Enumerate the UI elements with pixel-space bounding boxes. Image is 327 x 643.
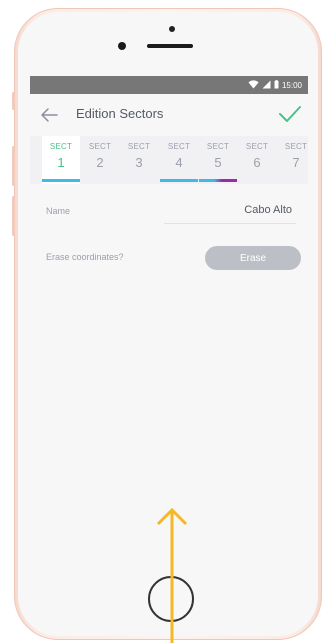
tab-number: 5 xyxy=(214,155,222,170)
volume-up-button xyxy=(12,146,15,186)
tab-prefix: SECT xyxy=(127,142,151,151)
swipe-up-arrow-icon xyxy=(156,507,188,643)
app-bar: Edition Sectors xyxy=(30,94,308,136)
tab-prefix: SECT xyxy=(245,142,269,151)
tab-prefix: SECT xyxy=(284,142,308,151)
tab-sector-5[interactable]: SECT 5 xyxy=(199,136,237,184)
tab-number: 3 xyxy=(135,155,143,170)
tab-number: 7 xyxy=(292,155,300,170)
tab-prefix: SECT xyxy=(49,142,73,151)
status-bar: 15:00 xyxy=(30,76,308,94)
tab-sector-4[interactable]: SECT 4 xyxy=(160,136,198,184)
sector-tabs: SECT 1 SECT 2 SECT 3 SECT 4 SECT 5 SECT 6 SECT 7 xyxy=(30,136,308,184)
front-camera xyxy=(118,42,126,50)
status-time: 15:00 xyxy=(281,80,302,90)
erase-button[interactable]: Erase xyxy=(205,246,301,270)
tab-indicator xyxy=(199,179,237,182)
tab-sector-7[interactable]: SECT 7 xyxy=(277,136,308,184)
tab-indicator xyxy=(160,179,198,182)
tab-number: 1 xyxy=(57,155,65,170)
battery-icon xyxy=(274,79,279,91)
tab-sector-3[interactable]: SECT 3 xyxy=(120,136,158,184)
tab-prefix: SECT xyxy=(88,142,112,151)
arrow-left-icon[interactable] xyxy=(40,106,58,124)
name-field-underline xyxy=(164,223,296,224)
check-icon[interactable] xyxy=(278,102,302,126)
mute-switch xyxy=(12,92,15,110)
proximity-sensor xyxy=(169,26,175,32)
tab-number: 6 xyxy=(253,155,261,170)
tab-sector-6[interactable]: SECT 6 xyxy=(238,136,276,184)
wifi-icon xyxy=(248,79,259,91)
name-label: Name xyxy=(46,206,71,216)
tab-number: 2 xyxy=(96,155,104,170)
tab-number: 4 xyxy=(175,155,183,170)
tab-prefix: SECT xyxy=(167,142,191,151)
tab-sector-2[interactable]: SECT 2 xyxy=(81,136,119,184)
name-field[interactable]: Cabo Alto xyxy=(244,204,292,216)
earpiece-speaker xyxy=(147,44,193,48)
tab-prefix: SECT xyxy=(206,142,230,151)
page-title: Edition Sectors xyxy=(76,106,164,121)
tab-indicator xyxy=(42,179,80,182)
volume-down-button xyxy=(12,196,15,236)
erase-coordinates-label: Erase coordinates? xyxy=(46,252,124,262)
tab-sector-1[interactable]: SECT 1 xyxy=(42,136,80,184)
signal-icon xyxy=(262,80,271,91)
